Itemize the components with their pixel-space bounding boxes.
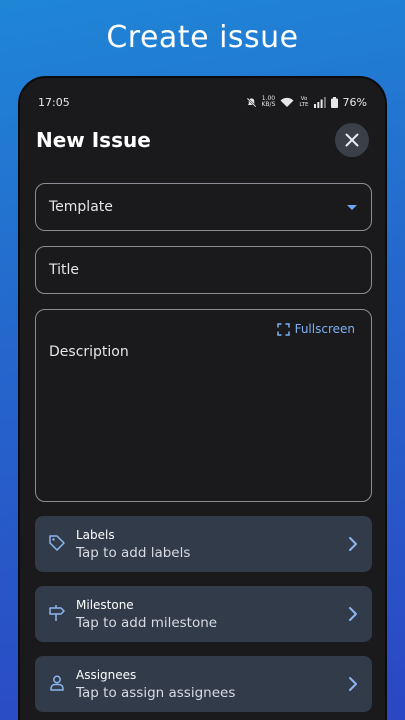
volte-indicator: Vo LTE — [299, 96, 309, 108]
chevron-right-icon — [349, 607, 357, 621]
signal-icon — [313, 96, 326, 108]
assignees-row-title: Assignees — [76, 668, 137, 682]
person-icon — [50, 675, 64, 691]
status-bar: 17:05 1.00 KB/S Vo LTE 76% — [38, 94, 367, 110]
description-input[interactable]: Fullscreen Description — [35, 309, 372, 502]
labels-row-subtitle: Tap to add labels — [76, 545, 191, 561]
assignees-row[interactable]: Assignees Tap to assign assignees — [35, 656, 372, 712]
chevron-right-icon — [349, 537, 357, 551]
mute-icon — [245, 96, 257, 108]
network-speed: 1.00 KB/S — [261, 95, 276, 108]
wifi-icon — [280, 97, 294, 107]
assignees-row-subtitle: Tap to assign assignees — [76, 685, 236, 701]
status-time: 17:05 — [38, 95, 70, 109]
labels-row-title: Labels — [76, 528, 115, 542]
milestone-row-title: Milestone — [76, 598, 134, 612]
page-title: New Issue — [36, 128, 151, 152]
chevron-right-icon — [349, 677, 357, 691]
close-button[interactable] — [335, 123, 369, 157]
close-icon — [345, 133, 359, 147]
fullscreen-label: Fullscreen — [294, 322, 355, 336]
battery-icon — [330, 96, 338, 108]
milestone-row[interactable]: Milestone Tap to add milestone — [35, 586, 372, 642]
title-input[interactable]: Title — [35, 246, 372, 294]
phone-frame: 17:05 1.00 KB/S Vo LTE 76% New Issue Tem… — [18, 76, 387, 720]
status-icons: 1.00 KB/S Vo LTE 76% — [245, 95, 367, 109]
promo-title: Create issue — [106, 20, 299, 55]
title-placeholder: Title — [49, 262, 80, 278]
app-header: New Issue — [36, 122, 369, 158]
fullscreen-icon — [276, 322, 290, 336]
template-dropdown[interactable]: Template — [35, 183, 372, 231]
fullscreen-button[interactable]: Fullscreen — [276, 322, 355, 336]
signpost-icon — [49, 605, 65, 621]
tag-icon — [49, 535, 65, 551]
battery-level: 76% — [342, 95, 367, 109]
labels-row[interactable]: Labels Tap to add labels — [35, 516, 372, 572]
description-placeholder: Description — [49, 344, 129, 360]
caret-down-icon — [347, 205, 357, 210]
milestone-row-subtitle: Tap to add milestone — [76, 615, 218, 631]
template-dropdown-label: Template — [49, 199, 113, 215]
